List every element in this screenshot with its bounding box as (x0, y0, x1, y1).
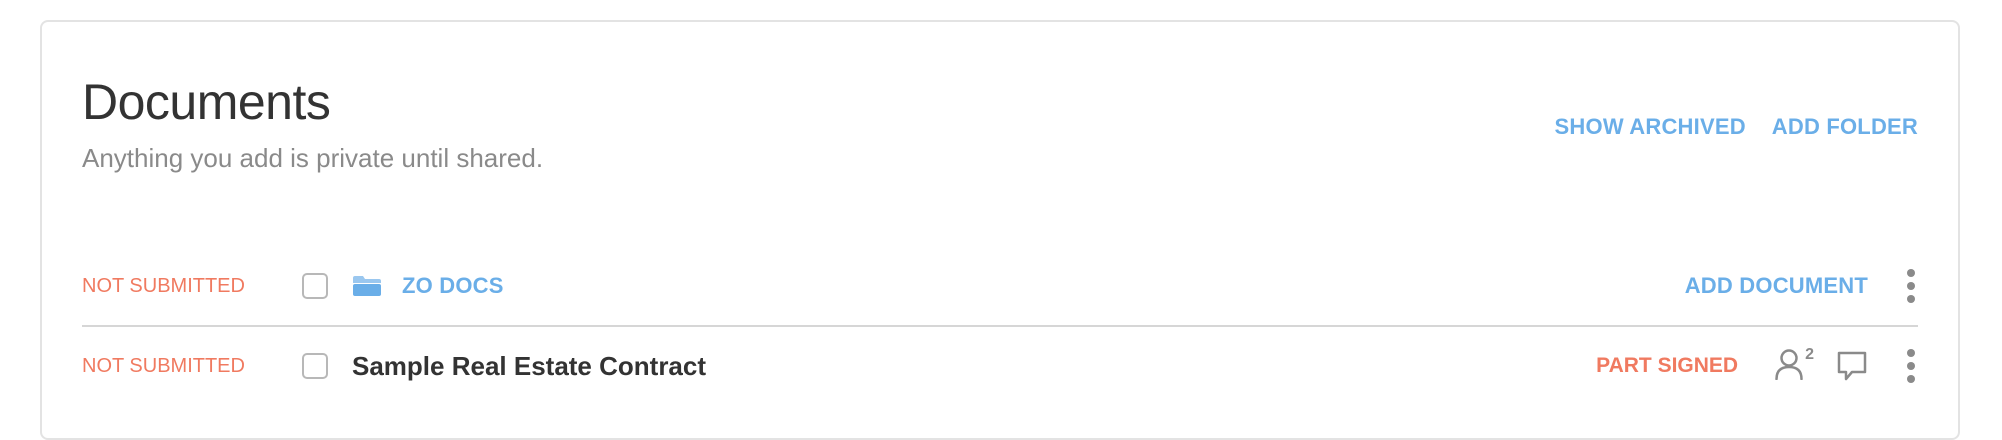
header-actions: SHOW ARCHIVED ADD FOLDER (1555, 114, 1918, 140)
document-actions: PART SIGNED 2 (1596, 345, 1918, 385)
documents-card: Documents Anything you add is private un… (40, 20, 1960, 440)
folder-name-link[interactable]: ZO DOCS (402, 273, 504, 299)
show-archived-link[interactable]: SHOW ARCHIVED (1555, 114, 1746, 140)
document-checkbox[interactable] (302, 353, 328, 379)
person-icon (1774, 348, 1804, 385)
add-document-link[interactable]: ADD DOCUMENT (1685, 273, 1868, 299)
document-row[interactable]: NOT SUBMITTED Sample Real Estate Contrac… (82, 327, 1918, 405)
sign-status-badge: PART SIGNED (1596, 354, 1739, 377)
page-subtitle: Anything you add is private until shared… (82, 143, 544, 173)
folder-row[interactable]: NOT SUBMITTED ZO DOCS ADD DOCUMENT (82, 247, 1918, 327)
folder-status: NOT SUBMITTED (82, 274, 245, 297)
folder-icon (352, 275, 382, 297)
page-header: Documents Anything you add is private un… (82, 77, 543, 174)
folder-actions: ADD DOCUMENT (1685, 269, 1918, 303)
signer-count: 2 (1805, 345, 1814, 363)
document-more-vertical-icon[interactable] (1904, 349, 1918, 383)
add-folder-link[interactable]: ADD FOLDER (1772, 114, 1918, 140)
folder-checkbox[interactable] (302, 273, 328, 299)
comment-icon[interactable] (1836, 350, 1868, 382)
signers-button[interactable]: 2 (1774, 345, 1814, 385)
folder-more-vertical-icon[interactable] (1904, 269, 1918, 303)
document-status: NOT SUBMITTED (82, 354, 245, 377)
document-name-link[interactable]: Sample Real Estate Contract (352, 351, 706, 382)
page-title: Documents (82, 74, 331, 130)
